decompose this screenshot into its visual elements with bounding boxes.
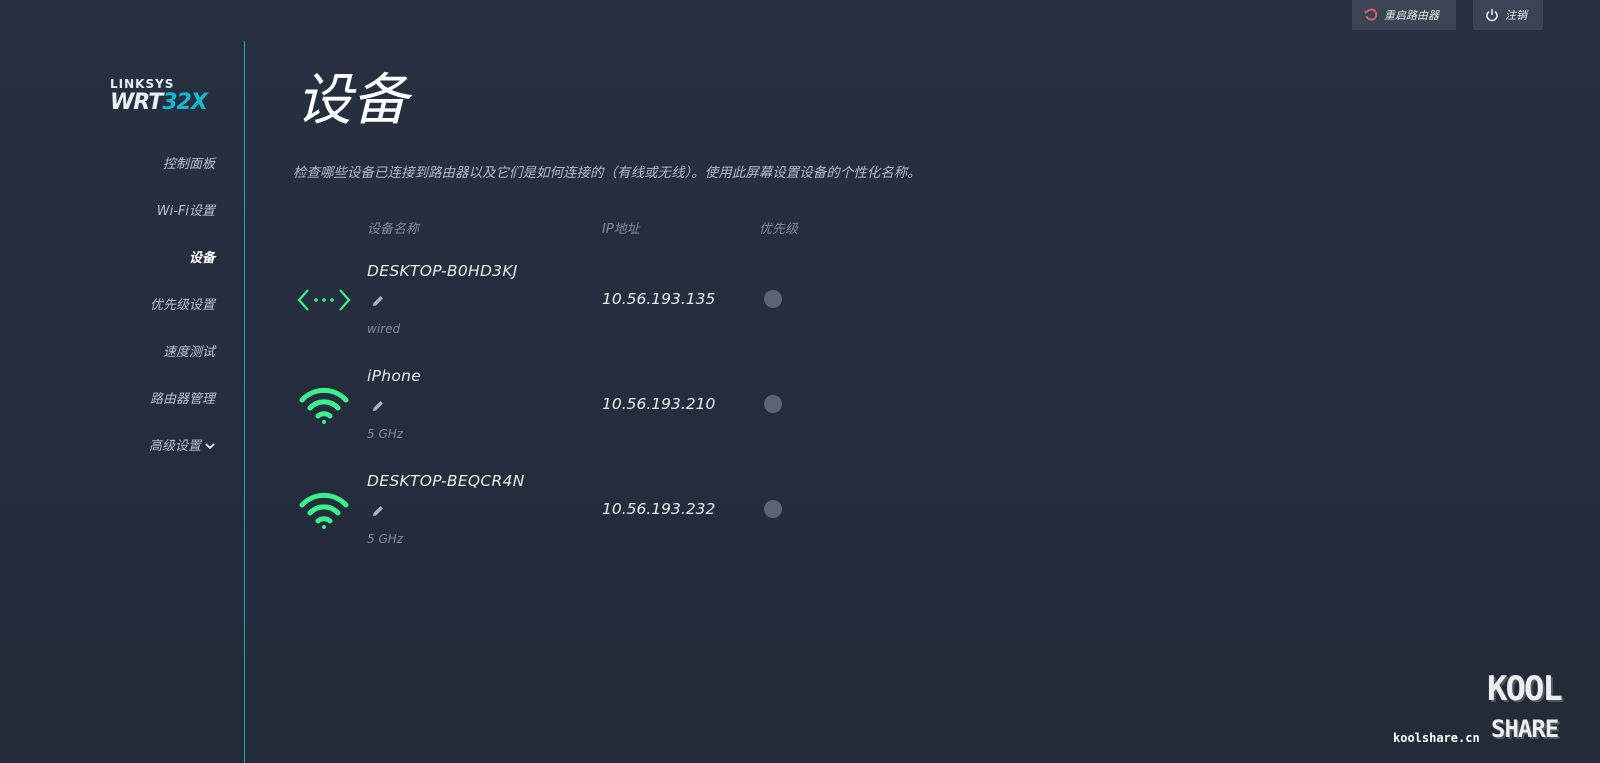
device-name: iPhone <box>367 367 422 385</box>
edit-pencil-icon[interactable] <box>371 294 385 308</box>
watermark-share: SHARE <box>1491 715 1559 743</box>
edit-pencil-icon[interactable] <box>371 399 385 413</box>
wifi-icon <box>299 387 349 424</box>
device-name: DESKTOP-B0HD3KJ <box>367 262 518 280</box>
reboot-icon <box>1364 8 1378 21</box>
priority-toggle[interactable] <box>764 395 782 413</box>
page-title: 设备 <box>296 68 408 133</box>
column-header-device-name: 设备名称 <box>367 222 420 237</box>
priority-toggle[interactable] <box>764 290 782 308</box>
wired-icon <box>297 289 351 311</box>
wifi-icon <box>299 492 349 529</box>
logout-button[interactable]: 注销 <box>1473 0 1543 30</box>
sidebar-item-wifi-settings[interactable]: Wi-Fi设置 <box>149 199 215 246</box>
device-row: iPhone 5 GHz 10.56.193.210 <box>0 363 1600 463</box>
watermark-url: koolshare.cn <box>1393 731 1480 745</box>
connection-type: 5 GHz <box>367 532 404 546</box>
device-ip: 10.56.193.210 <box>602 395 716 413</box>
page-description: 检查哪些设备已连接到路由器以及它们是如何连接的（有线或无线）。使用此屏幕设置设备… <box>293 165 921 181</box>
watermark-kool: KOOL <box>1487 669 1563 709</box>
column-header-priority: 优先级 <box>759 222 799 237</box>
logo-brand: LINKSYS <box>110 77 175 91</box>
device-row: DESKTOP-B0HD3KJ wired 10.56.193.135 <box>0 258 1600 358</box>
device-row: DESKTOP-BEQCR4N 5 GHz 10.56.193.232 <box>0 468 1600 568</box>
logout-label: 注销 <box>1505 9 1527 22</box>
priority-toggle[interactable] <box>764 500 782 518</box>
koolshare-watermark: KOOL SHARE koolshare.cn <box>1393 667 1593 757</box>
reboot-router-label: 重启路由器 <box>1384 9 1439 22</box>
linksys-logo: LINKSYS WRT32X <box>110 78 220 116</box>
device-ip: 10.56.193.135 <box>602 290 716 308</box>
power-icon <box>1486 9 1498 22</box>
column-header-ip: IP地址 <box>602 222 640 237</box>
sidebar-item-dashboard[interactable]: 控制面板 <box>149 152 215 199</box>
connection-type: wired <box>367 322 401 336</box>
edit-pencil-icon[interactable] <box>371 504 385 518</box>
connection-type: 5 GHz <box>367 427 404 441</box>
logo-model-suffix: 32X <box>162 90 208 115</box>
logo-model-prefix: WRT <box>110 90 163 115</box>
reboot-router-button[interactable]: 重启路由器 <box>1352 0 1456 30</box>
logo-model: WRT32X <box>110 90 220 116</box>
router-devices-page: 重启路由器 注销 LINKSYS WRT32X 控制面板 Wi-Fi设置 设备 … <box>0 0 1600 763</box>
device-name: DESKTOP-BEQCR4N <box>367 472 525 490</box>
device-ip: 10.56.193.232 <box>602 500 716 518</box>
